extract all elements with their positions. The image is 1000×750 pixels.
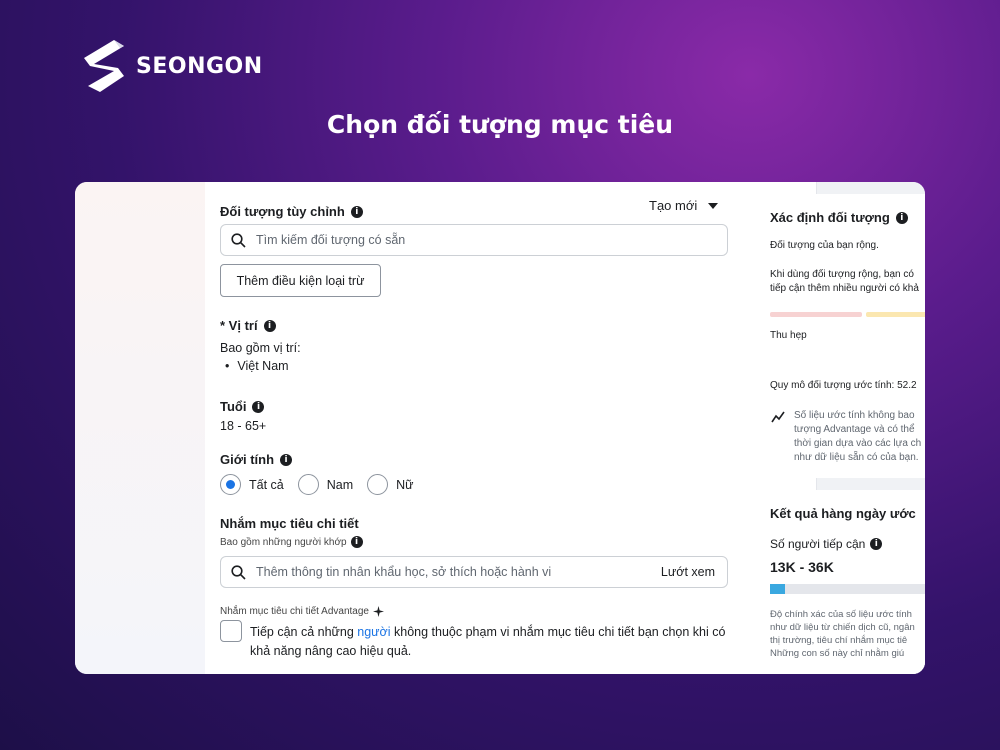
note-line: thời gian dựa vào các lựa ch bbox=[794, 438, 922, 449]
sparkle-icon bbox=[372, 606, 384, 617]
gender-label: Giới tính i bbox=[220, 452, 293, 467]
gender-radio-female[interactable]: Nữ bbox=[367, 474, 414, 495]
reach-bar-fill bbox=[770, 584, 785, 594]
gender-radio-male[interactable]: Nam bbox=[297, 474, 354, 495]
radio-circle-checked[interactable] bbox=[220, 474, 241, 495]
add-exclusion-label: Thêm điều kiện loại trừ bbox=[236, 273, 365, 288]
gender-label-text: Giới tính bbox=[220, 452, 275, 467]
people-link[interactable]: người bbox=[357, 625, 390, 639]
info-icon[interactable]: i bbox=[350, 536, 363, 548]
gender-radio-all[interactable]: Tất cả bbox=[220, 474, 284, 495]
page-headline: Chọn đối tượng mục tiêu bbox=[326, 110, 674, 139]
gender-option-label: Tất cả bbox=[249, 477, 284, 492]
location-item-text: Việt Nam bbox=[237, 359, 289, 373]
info-icon[interactable]: i bbox=[252, 400, 265, 413]
location-includes: Bao gồm vị trí: bbox=[220, 341, 301, 355]
title-text: Xác định đối tượng bbox=[770, 210, 890, 225]
search-placeholder: Tìm kiếm đối tượng có sẵn bbox=[256, 233, 406, 247]
custom-audience-label: Đối tượng tùy chỉnh i bbox=[220, 204, 363, 219]
custom-audience-label-text: Đối tượng tùy chỉnh bbox=[220, 204, 345, 219]
desc-text: không thuộc phạm vi nhắm mục tiêu chi ti… bbox=[390, 625, 726, 639]
browse-button[interactable]: Lướt xem bbox=[661, 565, 715, 579]
radio-circle[interactable] bbox=[367, 474, 389, 495]
audience-definition-title: Xác định đối tượng i bbox=[770, 210, 908, 225]
daily-results-title: Kết quả hàng ngày ước bbox=[770, 506, 916, 521]
audience-status: Đối tượng của bạn rộng. bbox=[770, 240, 879, 251]
meter-segment-mid bbox=[866, 312, 925, 317]
daily-results-card: Kết quả hàng ngày ước Số người tiếp cận … bbox=[757, 490, 925, 674]
desc-text: khả năng nâng cao hiệu quả. bbox=[250, 644, 412, 658]
note-line: tượng Advantage và có thể bbox=[794, 424, 915, 435]
right-panel-viewport: Xác định đối tượng i Đối tượng của bạn r… bbox=[742, 182, 925, 674]
desc-line: Khi dùng đối tượng rộng, bạn có bbox=[770, 269, 914, 280]
search-placeholder: Thêm thông tin nhân khẩu học, sở thích h… bbox=[256, 565, 552, 579]
brand-name: SEONGON bbox=[136, 53, 263, 79]
location-label-text: * Vị trí bbox=[220, 318, 258, 333]
sublabel-text: Bao gồm những người khớp bbox=[220, 536, 347, 548]
advantage-label: Nhắm mục tiêu chi tiết Advantage bbox=[220, 606, 384, 617]
info-icon[interactable]: i bbox=[350, 205, 363, 218]
audience-note: Số liệu ước tính không bao tượng Advanta… bbox=[794, 409, 921, 465]
gender-option-label: Nữ bbox=[396, 477, 414, 492]
seongon-logo-icon bbox=[84, 40, 124, 92]
location-item: • Việt Nam bbox=[225, 359, 289, 373]
advantage-checkbox[interactable] bbox=[220, 620, 242, 642]
create-new-dropdown[interactable]: Tạo mới bbox=[649, 198, 719, 213]
note-line: thị trường, tiêu chí nhắm mục tiê bbox=[770, 635, 908, 646]
advantage-label-text: Nhắm mục tiêu chi tiết Advantage bbox=[220, 606, 369, 617]
note-line: như dữ liệu từ chiến dịch cũ, ngân bbox=[770, 622, 915, 633]
reach-label: Số người tiếp cận i bbox=[770, 537, 883, 551]
note-line: Những con số này chỉ nhằm giú bbox=[770, 648, 905, 659]
left-strip bbox=[75, 182, 205, 674]
reach-bar-track bbox=[770, 584, 925, 594]
info-icon[interactable]: i bbox=[280, 453, 293, 466]
age-value: 18 - 65+ bbox=[220, 419, 267, 433]
audience-definition-card: Xác định đối tượng i Đối tượng của bạn r… bbox=[757, 194, 925, 478]
seongon-logo: SEONGON bbox=[80, 38, 263, 94]
meter-segment-narrow bbox=[770, 312, 862, 317]
age-label: Tuổi i bbox=[220, 399, 265, 414]
note-line: Số liệu ước tính không bao bbox=[794, 410, 915, 421]
custom-audience-search-input[interactable]: Tìm kiếm đối tượng có sẵn bbox=[220, 224, 728, 256]
detailed-targeting-label: Nhắm mục tiêu chi tiết bbox=[220, 516, 359, 531]
note-line: như dữ liệu sẵn có của bạn. bbox=[794, 452, 919, 463]
reach-label-text: Số người tiếp cận bbox=[770, 537, 866, 551]
narrow-label: Thu hẹp bbox=[770, 330, 807, 341]
location-label: * Vị trí i bbox=[220, 318, 276, 333]
info-icon[interactable]: i bbox=[895, 211, 908, 224]
bullet: • bbox=[225, 359, 230, 373]
targeting-form: Đối tượng tùy chỉnh i Tạo mới Tìm kiếm đ… bbox=[205, 182, 817, 674]
add-exclusion-button[interactable]: Thêm điều kiện loại trừ bbox=[220, 264, 381, 297]
note-line: Độ chính xác của số liệu ước tính bbox=[770, 609, 912, 620]
age-label-text: Tuổi bbox=[220, 399, 247, 414]
create-new-label: Tạo mới bbox=[649, 198, 698, 213]
advantage-description: Tiếp cận cả những người không thuộc phạm… bbox=[250, 623, 770, 661]
detailed-targeting-sublabel: Bao gồm những người khớp i bbox=[220, 536, 363, 548]
gender-option-label: Nam bbox=[326, 477, 354, 492]
audience-desc: Khi dùng đối tượng rộng, bạn có tiếp cận… bbox=[770, 268, 919, 296]
info-icon[interactable]: i bbox=[263, 319, 276, 332]
trend-icon bbox=[771, 411, 785, 423]
detailed-targeting-search-input[interactable]: Thêm thông tin nhân khẩu học, sở thích h… bbox=[220, 556, 728, 588]
info-icon[interactable]: i bbox=[870, 538, 883, 550]
radio-circle[interactable] bbox=[297, 474, 319, 495]
desc-text: Tiếp cận cả những bbox=[250, 625, 358, 639]
audience-size-label: Quy mô đối tượng ước tính: 52.2 bbox=[770, 380, 917, 391]
search-icon bbox=[231, 232, 246, 248]
reach-value: 13K - 36K bbox=[770, 559, 834, 575]
daily-results-note: Độ chính xác của số liệu ước tính như dữ… bbox=[770, 608, 915, 660]
caret-down-icon bbox=[708, 202, 719, 209]
gender-radio-group: Tất cả Nam Nữ bbox=[220, 474, 414, 495]
search-icon bbox=[231, 564, 246, 580]
desc-line: tiếp cận thêm nhiều người có khả bbox=[770, 283, 919, 294]
